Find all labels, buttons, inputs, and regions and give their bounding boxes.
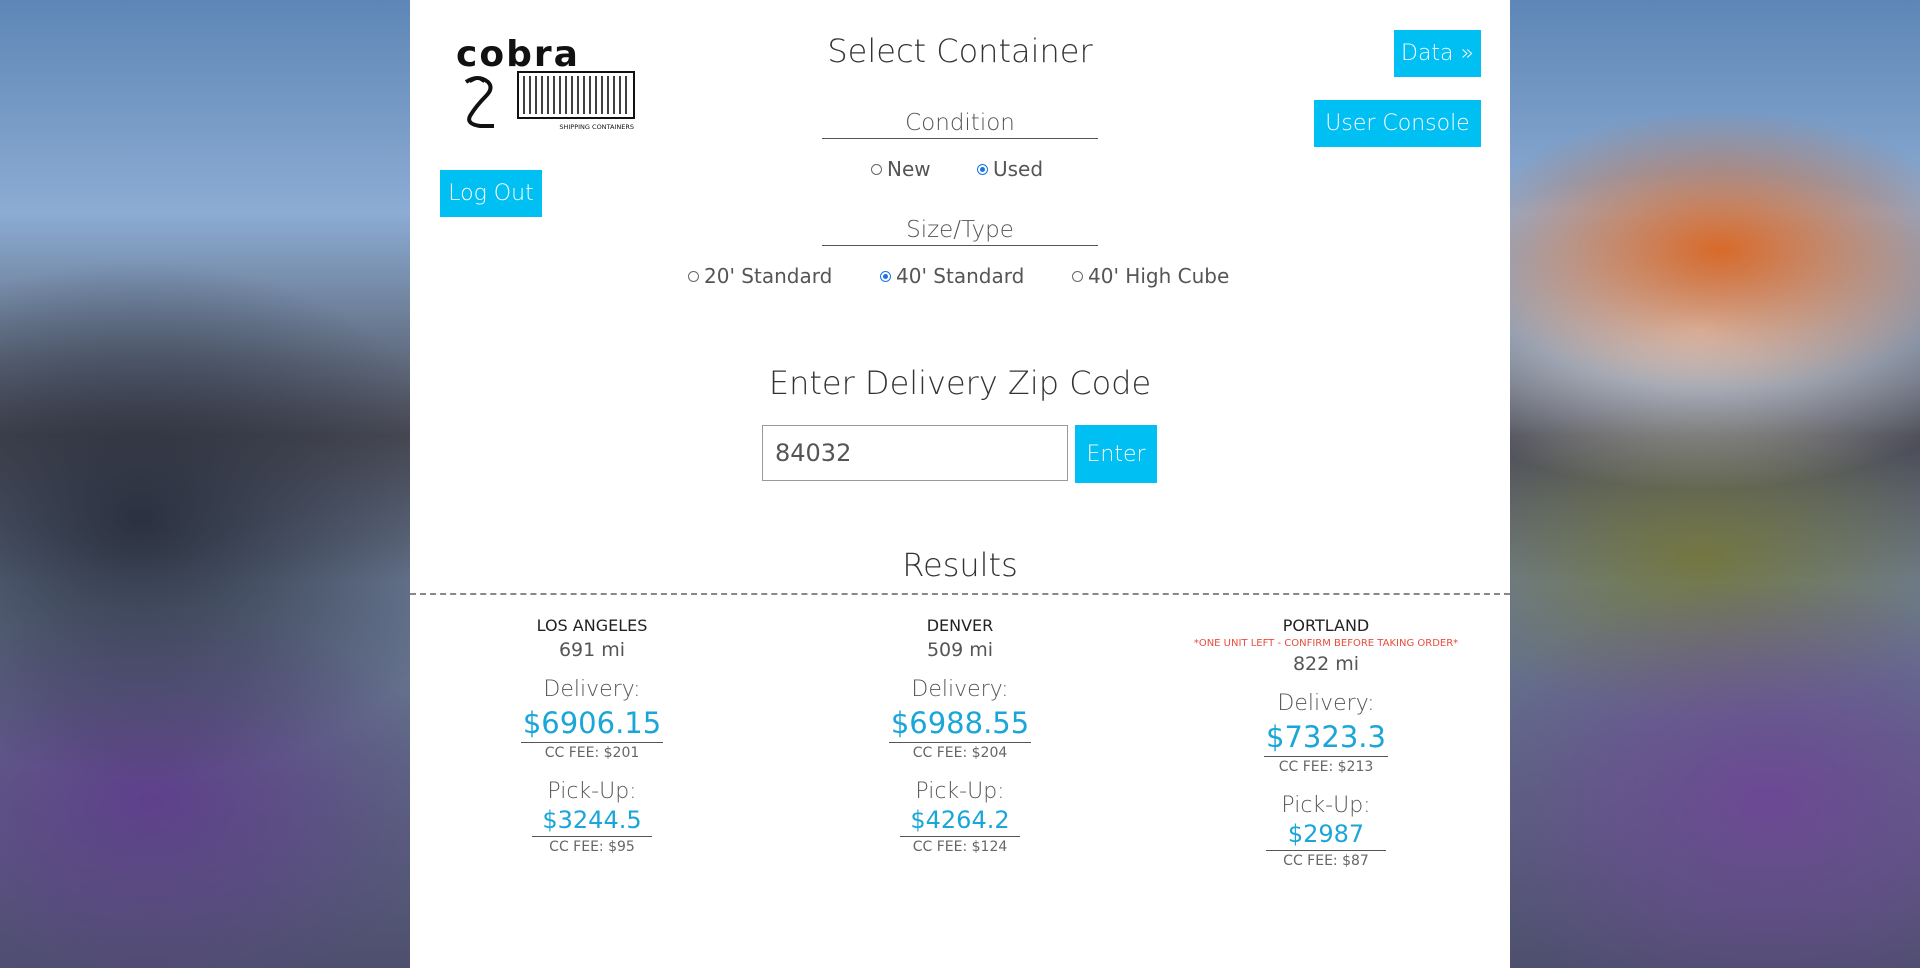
- result-miles: 509 mi: [926, 639, 994, 661]
- results-divider: [410, 593, 1510, 595]
- radio-new-label: New: [887, 157, 931, 181]
- delivery-price: $7323.3: [1264, 720, 1388, 757]
- delivery-cc-fee: CC FEE: $201: [544, 745, 640, 761]
- radio-new-indicator[interactable]: [871, 163, 882, 175]
- radio-40-standard-label: 40' Standard: [896, 264, 1025, 288]
- pickup-label: Pick-Up:: [915, 779, 1005, 804]
- radio-size-40-high-cube[interactable]: 40' High Cube: [1072, 264, 1229, 288]
- radio-20-standard-indicator[interactable]: [688, 270, 699, 282]
- main-panel: cobra SHIPPING CONTAINERS Log Out Data »…: [410, 0, 1510, 968]
- delivery-price: $6906.15: [520, 706, 664, 743]
- result-warning: *ONE UNIT LEFT - CONFIRM BEFORE TAKING O…: [1193, 638, 1459, 649]
- radio-size-40-standard[interactable]: 40' Standard: [880, 264, 1024, 288]
- radio-40-high-cube-label: 40' High Cube: [1088, 264, 1230, 288]
- pickup-cc-fee: CC FEE: $95: [549, 839, 635, 855]
- result-miles: 822 mi: [1292, 653, 1360, 675]
- condition-label: Condition: [822, 110, 1098, 139]
- result-portland: PORTLAND *ONE UNIT LEFT - CONFIRM BEFORE…: [1176, 615, 1476, 869]
- radio-condition-used[interactable]: Used: [977, 157, 1043, 181]
- user-console-button[interactable]: User Console: [1314, 100, 1481, 147]
- radio-40-high-cube-indicator[interactable]: [1072, 270, 1083, 282]
- zip-title: Enter Delivery Zip Code: [768, 364, 1152, 402]
- result-los-angeles: LOS ANGELES 691 mi Delivery: $6906.15 CC…: [442, 615, 742, 855]
- pickup-label: Pick-Up:: [547, 779, 637, 804]
- radio-40-standard-indicator[interactable]: [880, 270, 891, 282]
- radio-size-20-standard[interactable]: 20' Standard: [688, 264, 832, 288]
- result-denver: DENVER 509 mi Delivery: $6988.55 CC FEE:…: [810, 615, 1110, 855]
- delivery-label: Delivery:: [911, 677, 1009, 702]
- result-city: LOS ANGELES: [536, 616, 648, 635]
- pickup-cc-fee: CC FEE: $87: [1283, 853, 1369, 869]
- delivery-label: Delivery:: [1277, 691, 1375, 716]
- radio-used-indicator[interactable]: [977, 163, 988, 175]
- delivery-cc-fee: CC FEE: $204: [912, 745, 1008, 761]
- result-miles: 691 mi: [558, 639, 626, 661]
- result-city: PORTLAND: [1282, 616, 1370, 635]
- pickup-price: $2987: [1266, 820, 1386, 851]
- result-city: DENVER: [926, 616, 994, 635]
- radio-used-label: Used: [993, 157, 1044, 181]
- logout-button[interactable]: Log Out: [440, 170, 542, 217]
- radio-20-standard-label: 20' Standard: [704, 264, 833, 288]
- pickup-price: $3244.5: [532, 806, 652, 837]
- delivery-price: $6988.55: [888, 706, 1032, 743]
- delivery-label: Delivery:: [543, 677, 641, 702]
- radio-condition-new[interactable]: New: [871, 157, 931, 181]
- zip-code-input[interactable]: [762, 425, 1068, 481]
- pickup-cc-fee: CC FEE: $124: [912, 839, 1008, 855]
- delivery-cc-fee: CC FEE: $213: [1278, 759, 1374, 775]
- results-title: Results: [902, 546, 1018, 584]
- pickup-price: $4264.2: [900, 806, 1020, 837]
- page-title: Select Container: [827, 32, 1093, 70]
- logo-subtext: SHIPPING CONTAINERS: [559, 123, 634, 131]
- size-type-label: Size/Type: [822, 217, 1098, 246]
- enter-button[interactable]: Enter: [1075, 425, 1157, 483]
- pickup-label: Pick-Up:: [1281, 793, 1371, 818]
